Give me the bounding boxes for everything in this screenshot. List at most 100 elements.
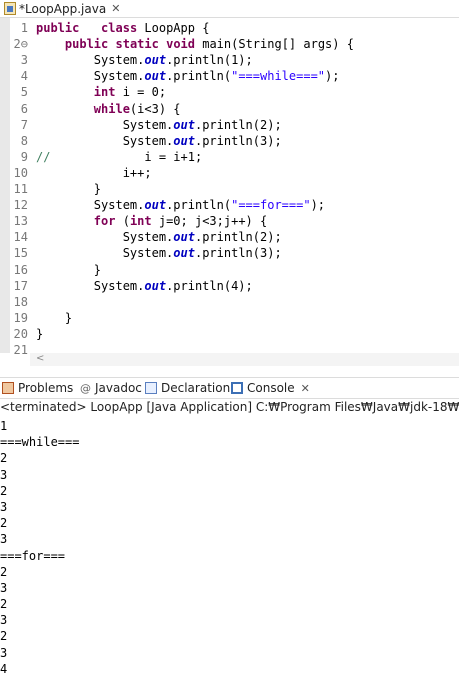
close-icon[interactable]: ✕ — [111, 2, 120, 15]
tab-problems[interactable]: Problems — [2, 378, 73, 398]
code-text[interactable]: System.out.println(1); — [36, 52, 253, 68]
line-number: 2⊖ — [13, 37, 28, 52]
java-file-icon — [4, 2, 16, 15]
code-line[interactable]: 19 } — [0, 310, 459, 326]
code-text[interactable]: } — [36, 262, 101, 278]
code-line[interactable]: 15 System.out.println(3); — [0, 245, 459, 261]
line-number: 14 — [13, 230, 28, 245]
line-number: 9 — [20, 149, 28, 164]
code-line[interactable]: 10 i++; — [0, 165, 459, 181]
console-line: 2 — [0, 451, 8, 466]
console-line: 3 — [0, 645, 8, 660]
code-line[interactable]: 18 — [0, 294, 459, 310]
code-line[interactable]: 9 // i = i+1; — [0, 149, 459, 165]
code-text[interactable]: } — [36, 181, 101, 197]
code-text[interactable]: System.out.println(4); — [36, 278, 253, 294]
line-number: 11 — [13, 182, 28, 196]
tab-declaration[interactable]: Declaration — [145, 378, 230, 398]
line-number: 18 — [13, 294, 28, 309]
bottom-panel-tabs: Problems @ Javadoc Declaration Console ✕ — [0, 377, 459, 399]
line-number: 1 — [20, 21, 28, 35]
code-line[interactable]: 7 System.out.println(2); — [0, 117, 459, 133]
code-text[interactable]: while(i<3) { — [36, 101, 181, 117]
tab-problems-label: Problems — [18, 381, 74, 395]
console-line: 2 — [0, 516, 8, 531]
code-line[interactable]: 20} — [0, 326, 459, 342]
code-line[interactable]: 11 } — [0, 181, 459, 197]
console-line: 3 — [0, 467, 8, 482]
console-line: 3 — [0, 613, 8, 628]
code-line[interactable]: 14 System.out.println(2); — [0, 229, 459, 245]
console-line: 2 — [0, 629, 8, 644]
line-number: 13 — [13, 214, 28, 229]
close-icon[interactable]: ✕ — [301, 382, 310, 395]
console-icon — [231, 382, 243, 394]
code-line[interactable]: 6 while(i<3) { — [0, 101, 459, 117]
line-number: 4 — [20, 69, 28, 84]
code-line[interactable]: 16 } — [0, 262, 459, 278]
code-line[interactable]: 1 public class LoopApp { — [0, 20, 459, 36]
code-text[interactable]: public class LoopApp { — [36, 20, 209, 36]
line-number: 3 — [20, 53, 28, 68]
line-number: 5 — [20, 85, 28, 100]
console-line: 2 — [0, 564, 8, 579]
tab-javadoc-label: Javadoc — [95, 381, 142, 395]
console-line: 4 — [0, 661, 8, 676]
code-text[interactable]: System.out.println("===for==="); — [36, 197, 325, 213]
code-text[interactable]: System.out.println(3); — [36, 133, 282, 149]
horizontal-scrollbar[interactable]: < — [30, 353, 459, 366]
code-line[interactable]: 12 System.out.println("===for==="); — [0, 197, 459, 213]
problems-icon — [2, 382, 14, 394]
code-text[interactable]: System.out.println(2); — [36, 117, 282, 133]
line-number: 20 — [13, 326, 28, 341]
console-line: 3 — [0, 580, 8, 595]
line-number: 21 — [13, 343, 28, 357]
declaration-icon — [145, 382, 157, 394]
code-text[interactable]: for (int j=0; j<3;j++) { — [36, 213, 267, 229]
code-line[interactable]: 2⊖ public static void main(String[] args… — [0, 36, 459, 52]
line-number: 17 — [13, 278, 28, 293]
tab-declaration-label: Declaration — [161, 381, 231, 395]
code-line[interactable]: 8 System.out.println(3); — [0, 133, 459, 149]
line-number: 15 — [13, 246, 28, 261]
javadoc-icon: @ — [80, 381, 91, 395]
code-line[interactable]: 4 System.out.println("===while==="); — [0, 68, 459, 84]
line-number: 16 — [13, 262, 28, 277]
code-text[interactable]: System.out.println(2); — [36, 229, 282, 245]
console-line: 3 — [0, 532, 8, 547]
line-number: 10 — [13, 165, 28, 180]
code-line[interactable]: 13 for (int j=0; j<3;j++) { — [0, 213, 459, 229]
console-line: ===while=== — [0, 435, 80, 450]
editor-tab-loopapp[interactable]: *LoopApp.java ✕ — [0, 0, 124, 17]
code-text[interactable]: // i = i+1; — [36, 149, 202, 165]
tab-console-label: Console — [247, 381, 295, 395]
line-number: 6 — [20, 101, 28, 116]
code-editor[interactable]: 1 public class LoopApp {2⊖ public static … — [0, 18, 459, 366]
code-text[interactable]: } — [36, 326, 43, 342]
line-number: 7 — [20, 117, 28, 132]
code-line[interactable]: 17 System.out.println(4); — [0, 278, 459, 294]
code-line[interactable]: 3 System.out.println(1); — [0, 52, 459, 68]
code-text[interactable]: } — [36, 310, 72, 326]
console-status: <terminated> LoopApp [Java Application] … — [0, 400, 459, 414]
editor-tab-bar: *LoopApp.java ✕ — [0, 0, 459, 18]
code-text[interactable]: System.out.println(3); — [36, 245, 282, 261]
console-line: 2 — [0, 597, 8, 612]
code-text[interactable]: i++; — [36, 165, 152, 181]
console-output: 1 ===while=== 2 3 2 3 2 3 ===for=== 2 3 2 3 2 3 4 — [0, 418, 459, 677]
console-line: ===for=== — [0, 548, 66, 563]
code-text[interactable]: int i = 0; — [36, 84, 166, 100]
code-text[interactable]: System.out.println("===while==="); — [36, 68, 340, 84]
console-line: 1 — [0, 419, 8, 433]
console-line: 2 — [0, 483, 8, 498]
code-line[interactable]: 5 int i = 0; — [0, 84, 459, 100]
line-number: 8 — [20, 133, 28, 148]
editor-tab-title: *LoopApp.java — [19, 1, 107, 16]
console-line: 3 — [0, 499, 8, 514]
code-text[interactable]: public static void main(String[] args) { — [36, 36, 354, 52]
scroll-left-icon[interactable]: < — [36, 353, 44, 364]
tab-javadoc[interactable]: @ Javadoc — [80, 378, 142, 398]
line-number: 12 — [13, 198, 28, 213]
tab-console[interactable]: Console ✕ — [231, 378, 310, 398]
line-number: 19 — [13, 310, 28, 325]
